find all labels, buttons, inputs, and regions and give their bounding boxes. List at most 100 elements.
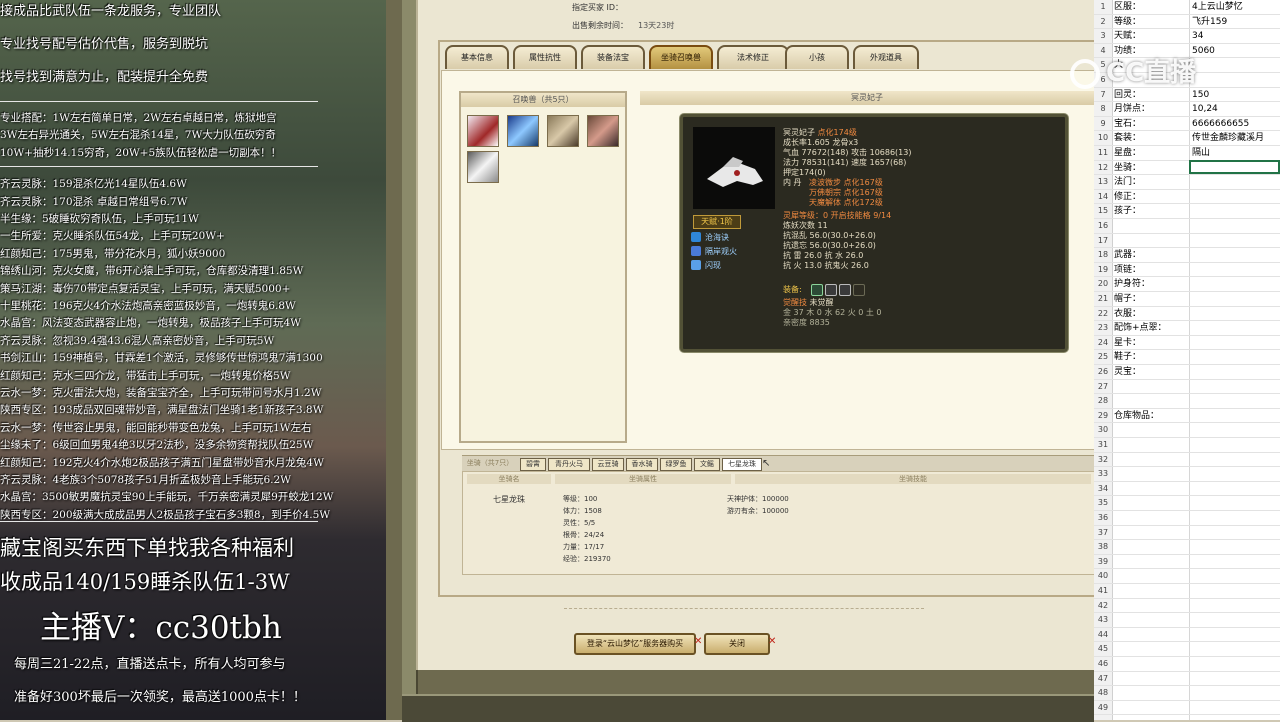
- sheet-cell-b[interactable]: 4上云山梦忆: [1192, 0, 1280, 14]
- sheet-cell-a[interactable]: 修正：: [1114, 190, 1188, 204]
- spreadsheet: 1 区服： 4上云山梦忆 2 等级： 飞升159 3 天赋： 34 4 功绩： 5060 5 大 6 7 回灵：…: [1094, 0, 1280, 720]
- sheet-cell-a[interactable]: 星盘：: [1114, 146, 1188, 160]
- skill-fire-icon[interactable]: [691, 246, 701, 256]
- row-number: 34: [1097, 483, 1109, 493]
- row-number: 39: [1097, 556, 1109, 566]
- pet-evo: 点化174级: [817, 128, 857, 137]
- summon-thumb-bear[interactable]: [467, 151, 499, 183]
- tab-children[interactable]: 小孩: [785, 45, 849, 69]
- sheet-cell-a[interactable]: 等级：: [1114, 15, 1188, 29]
- summon-thumb-pig[interactable]: [587, 115, 619, 147]
- res-2: 56.0(30.0+26.0): [809, 241, 876, 250]
- sheet-cell-a[interactable]: 天赋：: [1114, 29, 1188, 43]
- sheet-cell-b[interactable]: 飞升159: [1192, 15, 1280, 29]
- sheet-cell-b[interactable]: 隔山: [1192, 146, 1280, 160]
- equip-slot-icon[interactable]: [839, 284, 851, 296]
- talent-badge: 天赋·1阶: [693, 215, 741, 229]
- mount-spirit-value: 5/5: [584, 519, 596, 527]
- equip-slot-icon[interactable]: [853, 284, 865, 296]
- sheet-cell-a[interactable]: 法门：: [1114, 175, 1188, 189]
- mount-tab[interactable]: 香水骑: [626, 458, 658, 471]
- sheet-row: 16: [1094, 219, 1280, 234]
- mount-tab[interactable]: 碧霄: [520, 458, 546, 471]
- sheet-cell-a[interactable]: 区服：: [1114, 0, 1188, 14]
- overlay-promo-line: 每周三21-22点，直播送点卡，所有人均可参与: [14, 657, 286, 672]
- sheet-cell-a[interactable]: 套装：: [1114, 131, 1188, 145]
- mount-col-header: 坐骑技能: [735, 474, 1091, 484]
- row-number: 9: [1100, 118, 1106, 128]
- row-number: 25: [1097, 352, 1109, 362]
- sheet-cell-a[interactable]: 帽子：: [1114, 292, 1188, 306]
- mount-tab[interactable]: 文鳐: [694, 458, 720, 471]
- selected-cell[interactable]: [1189, 160, 1280, 174]
- mount-exp-value: 219370: [584, 555, 611, 563]
- tab-mounts-summons[interactable]: 坐骑召唤兽: [649, 45, 713, 69]
- login-server-buy-button[interactable]: 登录“云山梦忆”服务器购买: [574, 633, 696, 655]
- summon-detail-card: 冥灵妃子 点化174级 成长率1.605 龙骨x3 气血 77672(148) …: [680, 114, 1068, 352]
- tab-appearance[interactable]: 外观道具: [853, 45, 919, 69]
- row-number: 36: [1097, 513, 1109, 522]
- skill-flash-icon[interactable]: [691, 260, 701, 270]
- equip-slot-icon[interactable]: [811, 284, 823, 296]
- sheet-cell-a[interactable]: 护身符：: [1114, 277, 1188, 291]
- mount-exp-label: 经验：: [563, 555, 584, 563]
- sheet-cell-a[interactable]: 鞋子：: [1114, 350, 1188, 364]
- overlay-listing-line: 半生缘：5破睡砍穷奇队伍，上手可玩11W: [0, 213, 199, 225]
- sheet-cell-a[interactable]: 宝石：: [1114, 117, 1188, 131]
- overlay-listing-line: 红颜知己：175男鬼，带分花水月，狐小妖9000: [0, 247, 226, 260]
- row-number: 14: [1097, 191, 1109, 201]
- equip-slot-icon[interactable]: [825, 284, 837, 296]
- pet-skill-1[interactable]: 沧海诀: [705, 232, 729, 243]
- stream-overlay-panel: 接成品比武队伍一条龙服务，专业团队 专业找号配号估价代售，服务到脱坑 找号找到满…: [0, 0, 386, 720]
- overlay-line: 专业找号配号估价代售，服务到脱坑: [0, 37, 209, 52]
- row-number: 31: [1097, 440, 1109, 449]
- sheet-cell-a[interactable]: 武器：: [1114, 248, 1188, 262]
- mount-power: 力量：17/17: [563, 542, 604, 552]
- summon-thumb-ice[interactable]: [507, 115, 539, 147]
- close-button[interactable]: 关闭: [704, 633, 770, 655]
- sheet-cell-a[interactable]: 月饼点：: [1114, 102, 1188, 116]
- divider: [564, 608, 924, 610]
- sheet-row: 46: [1094, 657, 1280, 672]
- pet-skill-3[interactable]: 闪现: [705, 260, 721, 271]
- game-window: 指定买家 ID： 出售剩余时间： 13天23时 基本信息 属性抗性 装备法宝 坐…: [386, 0, 1098, 722]
- sheet-cell-a[interactable]: 项链：: [1114, 263, 1188, 277]
- sheet-row: 28: [1094, 394, 1280, 409]
- window-frame-bottom: [402, 694, 1094, 722]
- mount-tab-active[interactable]: 七星龙珠: [722, 458, 762, 471]
- mount-tab[interactable]: 云豆骑: [592, 458, 624, 471]
- sheet-row: 40: [1094, 569, 1280, 584]
- tab-attributes[interactable]: 属性抗性: [513, 45, 577, 69]
- skill-wave-icon[interactable]: [691, 232, 701, 242]
- sheet-row: 10 套装： 传世金麟珍藏溪月: [1094, 131, 1280, 146]
- mount-skill-1: 天神护体：100000: [727, 494, 789, 504]
- overlay-listing-line: 陕西专区：200级满大成成品男人2极品孩子宝石多3颗8，到手价4.5W: [0, 508, 331, 521]
- row-number: 43: [1097, 615, 1109, 625]
- tab-basic-info[interactable]: 基本信息: [445, 45, 509, 69]
- overlay-listing-line: 3W左右异光通关，5W左右混杀14星，7W大力队伍砍穷奇: [0, 129, 276, 142]
- mount-tab[interactable]: 青丹火马: [548, 458, 590, 471]
- summon-detail-title: 冥灵妃子: [640, 91, 1094, 105]
- mount-root: 根骨：24/24: [563, 530, 604, 540]
- pet-skill-2[interactable]: 隔岸观火: [705, 246, 737, 257]
- sheet-cell-a[interactable]: 坐骑：: [1114, 161, 1188, 175]
- summon-thumb-cat[interactable]: [547, 115, 579, 147]
- sheet-cell-a[interactable]: 星卡：: [1114, 336, 1188, 350]
- sheet-cell-b[interactable]: 传世金麟珍藏溪月: [1192, 131, 1280, 145]
- pet-mp: 78531(141): [801, 158, 849, 167]
- mount-tab[interactable]: 绿罗鱼: [660, 458, 692, 471]
- sheet-cell-a[interactable]: 灵宝：: [1114, 365, 1188, 379]
- sheet-row: 25 鞋子：: [1094, 350, 1280, 365]
- row-number: 28: [1097, 396, 1109, 406]
- sheet-cell-a[interactable]: 衣服：: [1114, 307, 1188, 321]
- pet-name-text: 冥灵妃子: [783, 128, 815, 137]
- sheet-cell-a[interactable]: 孩子：: [1114, 204, 1188, 218]
- tab-equipment[interactable]: 装备法宝: [581, 45, 645, 69]
- sheet-cell-b[interactable]: 10,24: [1192, 102, 1280, 116]
- sheet-cell-b[interactable]: 34: [1192, 29, 1280, 43]
- sheet-cell-b[interactable]: 6666666655: [1192, 117, 1280, 131]
- sheet-cell-a[interactable]: 仓库物品：: [1114, 409, 1188, 423]
- summon-thumb-consort[interactable]: [467, 115, 499, 147]
- sheet-cell-a[interactable]: 配饰+点翠：: [1114, 321, 1188, 335]
- tab-spell-fix[interactable]: 法术修正: [717, 45, 789, 69]
